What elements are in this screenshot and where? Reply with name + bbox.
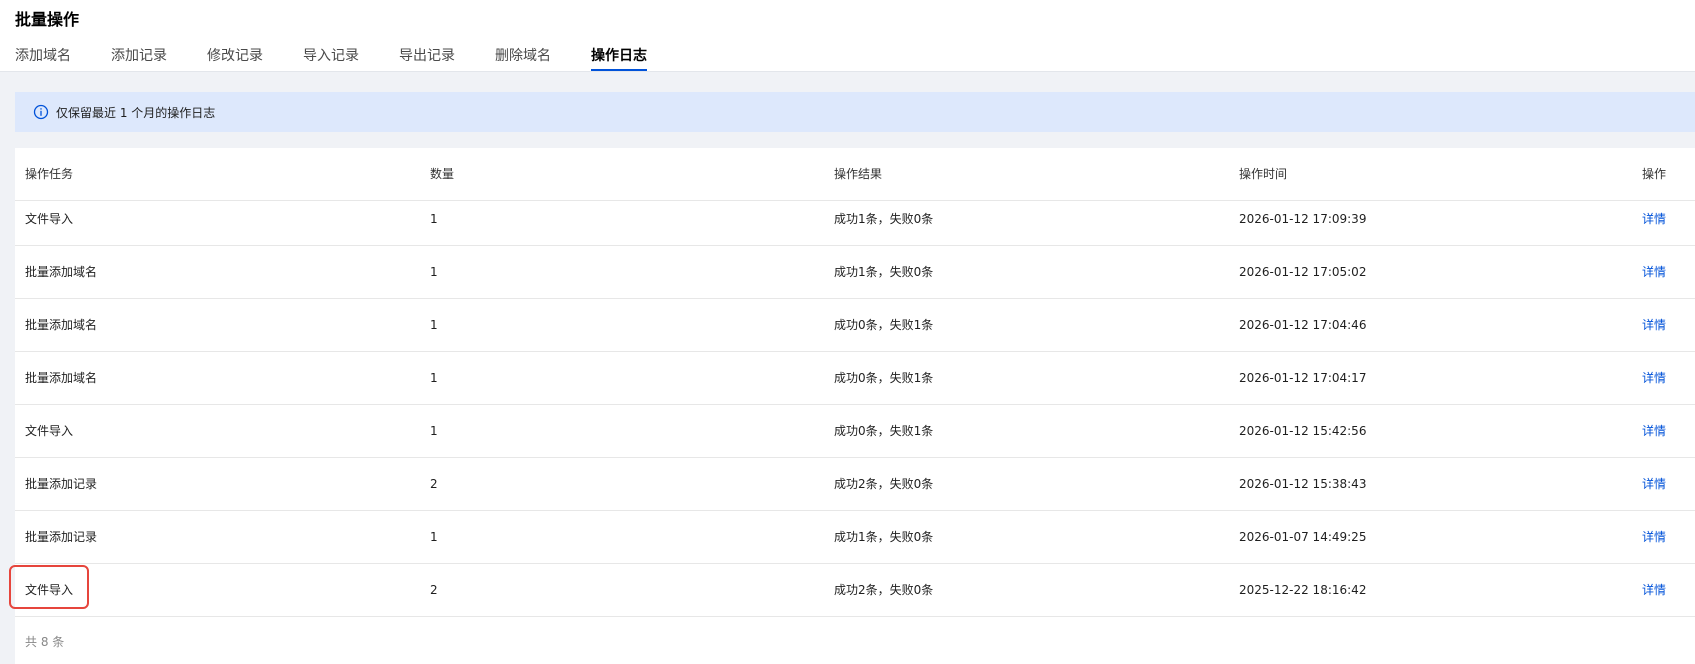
table-row: 文件导入 1 成功0条，失败1条 2026-01-12 15:42:56 详情 [15, 405, 1695, 458]
result-cell: 成功0条，失败1条 [834, 318, 934, 332]
tab-modify-record[interactable]: 修改记录 [207, 47, 263, 71]
page-header: 批量操作 添加域名 添加记录 修改记录 导入记录 导出记录 删除域名 操作日志 [0, 0, 1695, 72]
tab-export-record[interactable]: 导出记录 [399, 47, 455, 71]
table-row: 文件导入 1 成功1条，失败0条 2026-01-12 17:09:39 详情 [15, 193, 1695, 246]
table-row: 批量添加记录 2 成功2条，失败0条 2026-01-12 15:38:43 详… [15, 458, 1695, 511]
time-cell: 2026-01-07 14:49:25 [1239, 530, 1367, 544]
details-link[interactable]: 详情 [1642, 511, 1666, 563]
page-title: 批量操作 [15, 10, 80, 29]
table-row: 批量添加域名 1 成功0条，失败1条 2026-01-12 17:04:46 详… [15, 299, 1695, 352]
count-cell: 1 [430, 424, 438, 438]
time-cell: 2026-01-12 17:04:46 [1239, 318, 1367, 332]
result-cell: 成功0条，失败1条 [834, 371, 934, 385]
count-cell: 2 [430, 477, 438, 491]
task-cell: 文件导入 [25, 212, 74, 226]
details-link[interactable]: 详情 [1642, 458, 1666, 510]
count-cell: 1 [430, 530, 438, 544]
task-cell: 批量添加记录 [25, 530, 98, 544]
count-cell: 2 [430, 583, 438, 597]
details-link[interactable]: 详情 [1642, 246, 1666, 298]
notice-text: 仅保留最近 1 个月的操作日志 [56, 106, 216, 120]
tab-import-record[interactable]: 导入记录 [303, 47, 359, 71]
task-cell: 批量添加域名 [25, 265, 98, 279]
details-link[interactable]: 详情 [1642, 564, 1666, 616]
count-cell: 1 [430, 371, 438, 385]
task-cell: 批量添加记录 [25, 477, 98, 491]
time-cell: 2026-01-12 15:38:43 [1239, 477, 1367, 491]
time-cell: 2026-01-12 17:04:17 [1239, 371, 1367, 385]
tab-add-record[interactable]: 添加记录 [111, 47, 167, 71]
table-row: 文件导入 2 成功2条，失败0条 2025-12-22 18:16:42 详情 [15, 564, 1695, 617]
time-cell: 2025-12-22 18:16:42 [1239, 583, 1367, 597]
task-cell: 文件导入 [25, 424, 74, 438]
details-link[interactable]: 详情 [1642, 352, 1666, 404]
result-cell: 成功1条，失败0条 [834, 212, 934, 226]
tab-operation-log[interactable]: 操作日志 [591, 47, 647, 71]
time-cell: 2026-01-12 17:09:39 [1239, 212, 1367, 226]
table-row: 批量添加域名 1 成功1条，失败0条 2026-01-12 17:05:02 详… [15, 246, 1695, 299]
count-cell: 1 [430, 212, 438, 226]
result-cell: 成功2条，失败0条 [834, 477, 934, 491]
total-count: 共 8 条 [25, 635, 65, 649]
tab-delete-domain[interactable]: 删除域名 [495, 47, 551, 71]
count-cell: 1 [430, 265, 438, 279]
details-link[interactable]: 详情 [1642, 299, 1666, 351]
task-cell: 批量添加域名 [25, 371, 98, 385]
result-cell: 成功0条，失败1条 [834, 424, 934, 438]
time-cell: 2026-01-12 17:05:02 [1239, 265, 1367, 279]
task-cell: 批量添加域名 [25, 318, 98, 332]
count-cell: 1 [430, 318, 438, 332]
operation-log-table: 操作任务 数量 操作结果 操作时间 操作 文件导入 1 成功1条，失败0条 20… [15, 148, 1695, 664]
highlight-box [9, 565, 89, 609]
details-link[interactable]: 详情 [1642, 193, 1666, 245]
result-cell: 成功2条，失败0条 [834, 583, 934, 597]
info-notice: 仅保留最近 1 个月的操作日志 [15, 92, 1695, 132]
result-cell: 成功1条，失败0条 [834, 265, 934, 279]
table-row: 批量添加域名 1 成功0条，失败1条 2026-01-12 17:04:17 详… [15, 352, 1695, 405]
tab-add-domain[interactable]: 添加域名 [15, 47, 71, 71]
info-icon [33, 104, 49, 120]
details-link[interactable]: 详情 [1642, 405, 1666, 457]
result-cell: 成功1条，失败0条 [834, 530, 934, 544]
table-row: 批量添加记录 1 成功1条，失败0条 2026-01-07 14:49:25 详… [15, 511, 1695, 564]
time-cell: 2026-01-12 15:42:56 [1239, 424, 1367, 438]
